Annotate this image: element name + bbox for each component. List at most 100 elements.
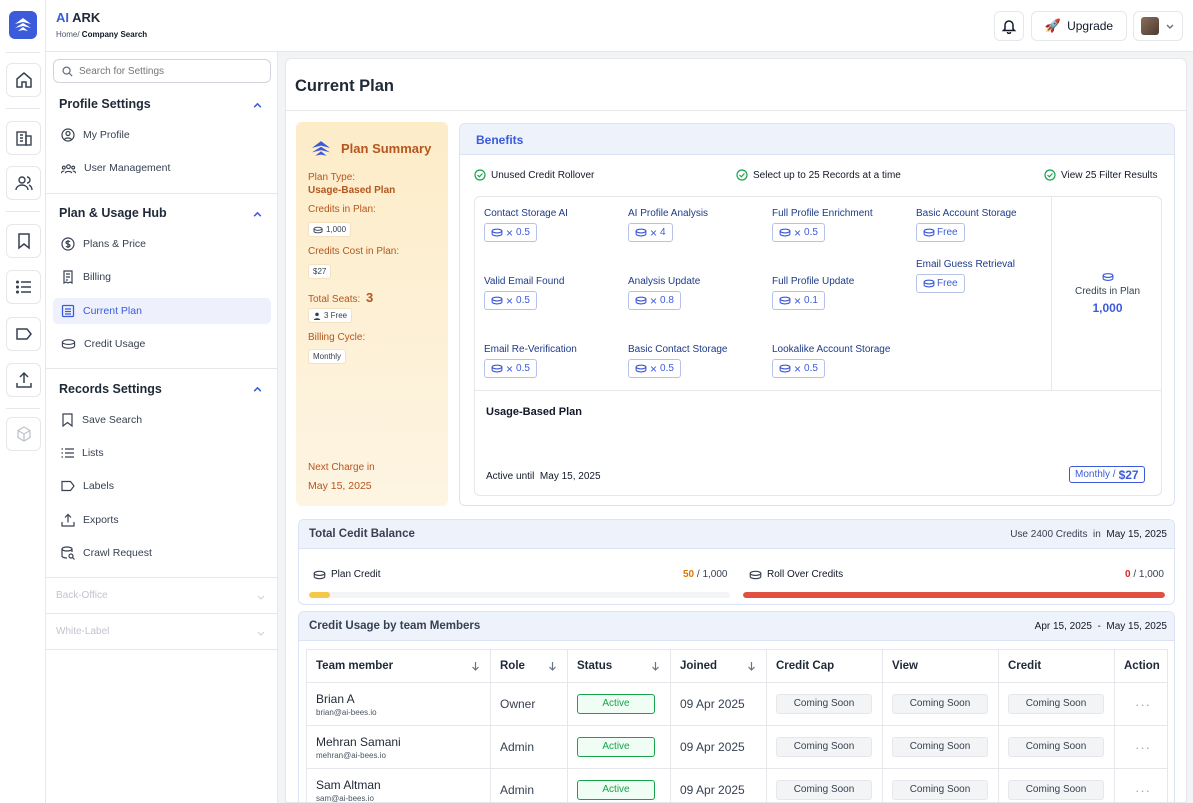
credit-cap-cell: Coming Soon (766, 725, 883, 769)
benefit-cost-chip: × 0.1 (772, 291, 825, 310)
credit-cost-grid: Contact Storage AI × 0.5 AI Profile Analysi… (474, 196, 1162, 496)
brand-name: AI ARK (56, 10, 101, 25)
chevron-up-icon[interactable] (252, 209, 263, 220)
column-header: Credit Cap (766, 649, 883, 683)
upload-icon[interactable] (6, 363, 41, 397)
profile-settings-heading[interactable]: Profile Settings (59, 97, 151, 111)
coin-icon (491, 228, 503, 237)
credits-in-plan-label: Credits in Plan: (308, 204, 376, 215)
upload-icon (61, 513, 75, 527)
bookmark-icon (62, 413, 73, 427)
building-icon[interactable] (6, 121, 41, 155)
coin-icon (779, 228, 791, 237)
plan-details: Usage-Based Plan Active until May 15, 20… (475, 390, 1161, 495)
billing-cycle-chip: Monthly (308, 349, 347, 364)
sidebar-item-labels[interactable]: Labels (53, 473, 271, 499)
coin-icon (923, 228, 935, 237)
benefit-name: Basic Contact Storage (628, 344, 728, 355)
benefit-name: Full Profile Update (772, 276, 855, 287)
rollover-credit-progress (743, 592, 1165, 598)
breadcrumb-home[interactable]: Home/ (56, 30, 80, 39)
benefit-item: Full Profile Update × 0.1 (772, 276, 854, 310)
benefit-check: Select up to 25 Records at a time (736, 169, 901, 181)
plan-usage-heading[interactable]: Plan & Usage Hub (59, 206, 167, 220)
coming-soon-badge: Coming Soon (1008, 780, 1104, 800)
search-icon (62, 65, 73, 77)
coins-icon (61, 339, 76, 349)
notifications-button[interactable] (994, 11, 1024, 41)
coin-icon (779, 296, 791, 305)
member-email: sam@ai-bees.io (316, 793, 374, 803)
benefit-name: AI Profile Analysis (628, 208, 709, 219)
sidebar-item-exports[interactable]: Exports (53, 507, 271, 533)
status-cell: Active (567, 725, 671, 769)
coin-icon (635, 296, 647, 305)
sidebar-item-credit-usage[interactable]: Credit Usage (53, 331, 271, 357)
more-actions-button[interactable]: ··· (1135, 740, 1151, 755)
account-menu-button[interactable] (1133, 11, 1183, 41)
sidebar-item-save-search[interactable]: Save Search (53, 407, 271, 433)
credits-in-plan-chip: 1,000 (308, 222, 352, 237)
breadcrumb: Home/ Company Search (56, 30, 147, 39)
credits-in-plan-box: Credits in Plan 1,000 (1051, 197, 1161, 390)
column-header: View (882, 649, 999, 683)
column-header[interactable]: Status (567, 649, 671, 683)
chevron-up-icon[interactable] (252, 100, 263, 111)
more-actions-button[interactable]: ··· (1135, 697, 1151, 712)
status-cell: Active (567, 682, 671, 726)
benefit-cost-chip: Free (916, 223, 965, 242)
billing-cycle-label: Billing Cycle: (308, 332, 366, 343)
status-badge: Active (577, 780, 655, 800)
avatar (1141, 17, 1159, 35)
column-header[interactable]: Team member (306, 649, 491, 683)
coming-soon-badge: Coming Soon (776, 780, 872, 800)
member-name: Mehran Samani (316, 734, 401, 749)
sidebar-item-plans-price[interactable]: Plans & Price (53, 231, 271, 257)
sidebar-item-current-plan[interactable]: Current Plan (53, 298, 271, 324)
user-circle-icon (61, 128, 75, 142)
benefit-item: Contact Storage AI × 0.5 (484, 208, 568, 242)
next-charge-label: Next Charge in (308, 462, 375, 473)
list-icon[interactable] (6, 270, 41, 304)
sort-arrow-icon (748, 662, 755, 671)
credit-balance-card: Total Cedit Balance Use 2400 Credits in … (298, 519, 1175, 605)
settings-search-input[interactable] (79, 65, 259, 77)
benefits-title: Benefits (476, 133, 524, 147)
coin-icon (1102, 273, 1113, 281)
credit-usage-card: Credit Usage by team Members Apr 15, 202… (298, 611, 1175, 803)
plan-type-label: Plan Type: (308, 172, 356, 183)
benefit-item: Analysis Update × 0.8 (628, 276, 700, 310)
sidebar-item-crawl-request[interactable]: Crawl Request (53, 540, 271, 566)
coin-icon (635, 364, 647, 373)
column-header[interactable]: Role (490, 649, 568, 683)
icon-rail (0, 0, 46, 803)
bell-icon (1001, 20, 1017, 34)
member-cell: Brian Abrian@ai-bees.io (306, 682, 491, 726)
cube-icon[interactable] (6, 417, 41, 451)
sidebar-item-billing[interactable]: Billing (53, 264, 271, 290)
label-icon[interactable] (6, 317, 41, 351)
sidebar-item-user-management[interactable]: User Management (53, 155, 271, 181)
more-actions-button[interactable]: ··· (1135, 783, 1151, 798)
app-logo-icon[interactable] (9, 11, 37, 39)
bookmark-icon[interactable] (6, 224, 41, 258)
coming-soon-badge: Coming Soon (776, 737, 872, 757)
benefit-cost-chip: × 0.5 (628, 359, 681, 378)
benefit-cost-chip: × 0.5 (772, 359, 825, 378)
coin-icon (313, 226, 323, 233)
home-icon[interactable] (6, 63, 41, 97)
settings-search[interactable] (53, 59, 271, 83)
users-icon[interactable] (6, 166, 41, 200)
next-charge-value: May 15, 2025 (308, 480, 372, 492)
sidebar-item-my-profile[interactable]: My Profile (53, 122, 271, 148)
column-header[interactable]: Joined (670, 649, 767, 683)
coin-icon (923, 279, 935, 288)
chevron-up-icon[interactable] (252, 384, 263, 395)
sidebar-item-lists[interactable]: Lists (53, 440, 271, 466)
coming-soon-badge: Coming Soon (1008, 737, 1104, 757)
coin-icon (749, 570, 762, 579)
records-settings-heading[interactable]: Records Settings (59, 382, 162, 396)
list-icon (61, 448, 74, 458)
coming-soon-badge: Coming Soon (892, 737, 988, 757)
upgrade-button[interactable]: 🚀 Upgrade (1031, 11, 1127, 41)
